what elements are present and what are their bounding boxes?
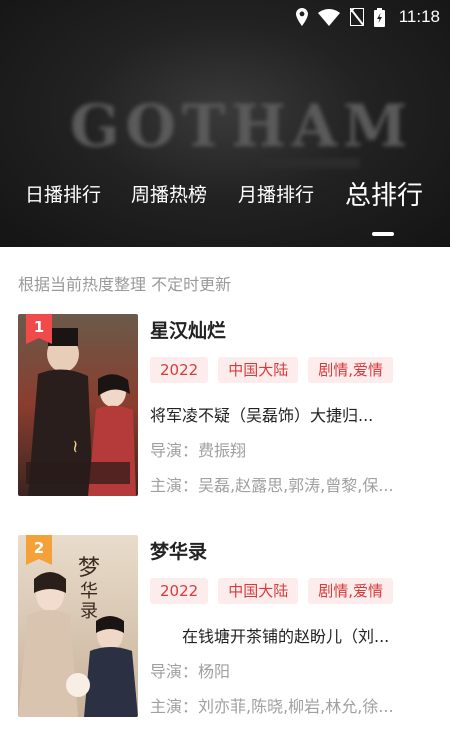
no-sim-icon: [349, 8, 364, 26]
active-tab-indicator: [372, 232, 394, 236]
location-icon: [295, 8, 308, 26]
list-subtitle: 根据当前热度整理 不定时更新: [18, 275, 232, 294]
rank-badge: 2: [26, 535, 52, 565]
hero-background-title: GOTHAM: [70, 92, 414, 160]
tab-weekly[interactable]: 周播热榜: [131, 180, 207, 207]
status-time: 11:18: [398, 7, 440, 26]
tab-daily[interactable]: 日播排行: [25, 180, 101, 207]
poster-image[interactable]: 梦 华 录 2: [18, 535, 138, 717]
item-title[interactable]: 星汉灿烂: [150, 316, 226, 343]
svg-text:梦: 梦: [78, 556, 100, 581]
tag-region: 中国大陆: [218, 578, 299, 604]
rank-badge: 1: [26, 314, 52, 344]
svg-text:~: ~: [65, 439, 86, 454]
tag-year: 2022: [150, 578, 209, 604]
item-description: 将军凌不疑（吴磊饰）大捷归...: [150, 406, 374, 425]
ranking-tabs: 日播排行 周播热榜 月播排行 总排行: [0, 180, 450, 240]
tag-year: 2022: [150, 357, 209, 383]
poster-image[interactable]: ~ 1: [18, 314, 138, 496]
tag-region: 中国大陆: [218, 357, 299, 383]
item-director: 导演：杨阳: [150, 662, 231, 681]
tab-overall[interactable]: 总排行: [345, 175, 423, 212]
svg-text:录: 录: [80, 601, 98, 622]
hero-faint-text: [95, 72, 365, 86]
item-director: 导演：费振翔: [150, 441, 247, 460]
wifi-icon: [317, 8, 340, 26]
tag-genre: 剧情,爱情: [308, 357, 393, 383]
item-cast: 主演：吴磊,赵露思,郭涛,曾黎,保...: [150, 476, 394, 495]
list-item[interactable]: 梦 华 录 2 梦华录 2022 中国大陆 剧情,爱情 在钱塘开茶铺的赵盼儿（刘…: [18, 535, 438, 717]
item-cast: 主演：刘亦菲,陈晓,柳岩,林允,徐...: [150, 697, 394, 716]
tag-genre: 剧情,爱情: [308, 578, 393, 604]
tag-list: 2022 中国大陆 剧情,爱情: [150, 578, 393, 604]
tab-monthly[interactable]: 月播排行: [238, 180, 314, 207]
hero-subline: [260, 158, 360, 168]
list-item[interactable]: ~ 1 星汉灿烂 2022 中国大陆 剧情,爱情 将军凌不疑（吴磊饰）大捷归..…: [18, 314, 438, 496]
svg-text:华: 华: [80, 581, 98, 602]
hero-banner: GOTHAM 11:18 日播排行 周播热榜 月播排行 总排行: [0, 0, 450, 247]
battery-charging-icon: [373, 7, 385, 27]
item-title[interactable]: 梦华录: [150, 537, 207, 564]
tag-list: 2022 中国大陆 剧情,爱情: [150, 357, 393, 383]
status-bar: 11:18: [295, 6, 440, 28]
item-description: 在钱塘开茶铺的赵盼儿（刘...: [150, 627, 390, 646]
